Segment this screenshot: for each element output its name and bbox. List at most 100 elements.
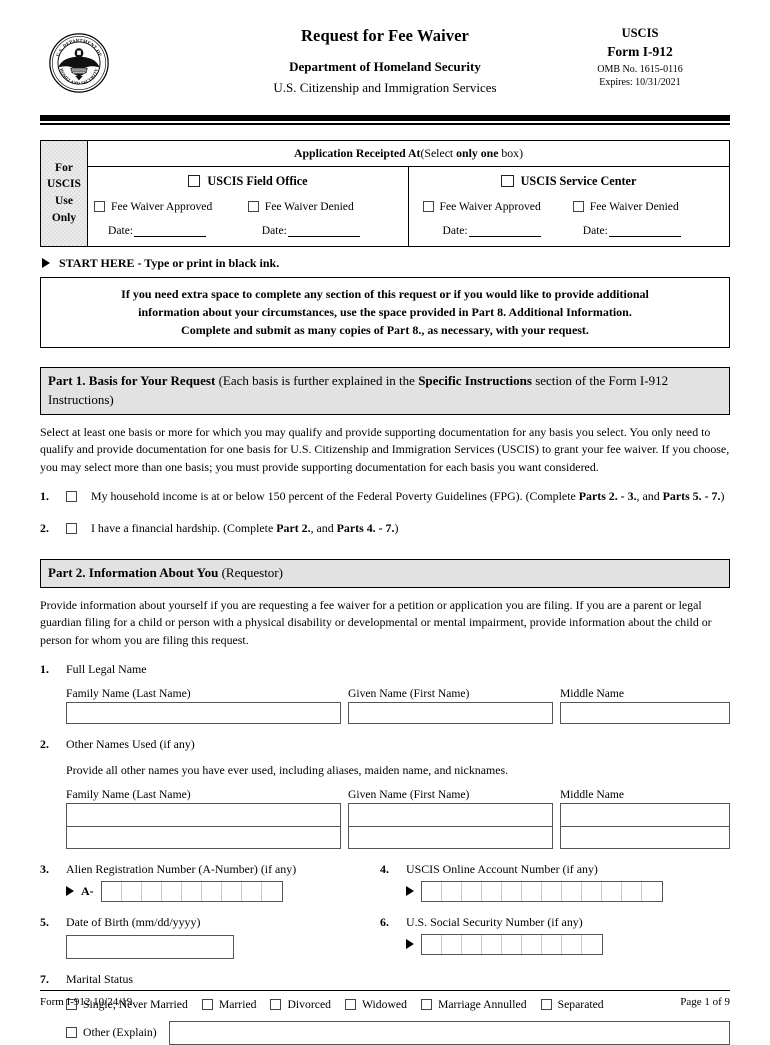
part-2-sub: (Requestor) bbox=[218, 564, 283, 580]
p1i2-b: , and bbox=[310, 520, 337, 535]
form-page: U.S. DEPARTMENT OF HOMELAND SECURITY Req… bbox=[0, 0, 770, 1045]
service-center-row[interactable]: USCIS Service Center bbox=[415, 174, 724, 189]
question-3: 3. Alien Registration Number (A-Number) … bbox=[40, 862, 380, 902]
part-1-item-2-text: I have a financial hardship. (Complete P… bbox=[91, 520, 730, 540]
q2-given-name-inputs bbox=[348, 802, 553, 849]
service-center-denied-checkbox[interactable] bbox=[572, 200, 584, 212]
date-of-birth-input[interactable] bbox=[66, 934, 234, 959]
page-header: U.S. DEPARTMENT OF HOMELAND SECURITY Req… bbox=[40, 0, 730, 108]
q1-given-name-label: Given Name (First Name) bbox=[348, 686, 470, 700]
q2-field-labels: Family Name (Last Name) Given Name (Firs… bbox=[66, 788, 730, 801]
p1i1-c: ) bbox=[720, 488, 725, 503]
part-1-sub-a: (Each basis is further explained in the bbox=[215, 373, 419, 389]
form-number: Form I-912 bbox=[607, 43, 673, 59]
part-1-heading: Part 1. Basis for Your Request (Each bas… bbox=[40, 367, 730, 416]
field-office-denied-date[interactable]: Date: bbox=[248, 224, 402, 237]
start-here-banner: START HERE - Type or print in black ink. bbox=[40, 256, 730, 271]
uscis-use-only-label: For USCIS Use Only bbox=[41, 140, 88, 246]
marital-other-checkbox[interactable] bbox=[66, 1027, 77, 1039]
receipted-at-paren-open: (Select bbox=[420, 145, 457, 160]
service-center-denied-date-line[interactable] bbox=[608, 225, 681, 237]
q2-given-name-input-row-2[interactable] bbox=[349, 825, 552, 848]
field-office-approved-checkbox[interactable] bbox=[94, 200, 105, 212]
part-2-title: Part 2. Information About You bbox=[48, 564, 219, 580]
part-2-intro: Provide information about yourself if yo… bbox=[40, 598, 712, 647]
q1-family-name-label: Family Name (Last Name) bbox=[66, 686, 191, 700]
field-office-approved-option[interactable]: Fee Waiver Approved bbox=[94, 200, 248, 213]
a-number-prefix: A- bbox=[81, 883, 94, 898]
uscis-online-account-input[interactable] bbox=[421, 880, 663, 902]
service-center-denied-date[interactable]: Date: bbox=[569, 224, 723, 237]
part-1-item-1: 1. My household income is at or below 15… bbox=[40, 488, 730, 508]
service-center-approved-date-line[interactable] bbox=[468, 225, 541, 237]
field-office-approved-label: Fee Waiver Approved bbox=[111, 199, 213, 213]
question-2-label: Other Names Used (if any) bbox=[66, 736, 195, 751]
part-1-intro: Select at least one basis or more for wh… bbox=[40, 425, 730, 474]
marital-other-explain-input[interactable] bbox=[168, 1020, 730, 1045]
header-rule-thin bbox=[40, 123, 730, 125]
field-office-denied-option[interactable]: Fee Waiver Denied bbox=[247, 200, 402, 213]
q2-family-name-input-row-1[interactable] bbox=[67, 804, 340, 826]
p1i1-bold-a: Parts 2. - 3. bbox=[578, 488, 637, 503]
q2-middle-name-input-row-1[interactable] bbox=[561, 804, 729, 826]
part-1-item-1-number: 1. bbox=[40, 488, 49, 503]
question-7: 7. Marital Status bbox=[40, 972, 730, 987]
part-1-item-1-checkbox[interactable] bbox=[66, 490, 77, 502]
q1-family-name-input[interactable] bbox=[66, 701, 341, 724]
p1i1-b: , and bbox=[636, 488, 663, 503]
dhs-seal-icon: U.S. DEPARTMENT OF HOMELAND SECURITY bbox=[48, 32, 110, 94]
uscis-use-line-4: Only bbox=[51, 211, 77, 224]
field-office-approved-date-label: Date: bbox=[108, 223, 134, 237]
q2-family-name-input-row-2[interactable] bbox=[67, 825, 340, 848]
q2-middle-name-input-row-2[interactable] bbox=[561, 825, 729, 848]
a-number-input[interactable] bbox=[100, 880, 283, 902]
uscis-field-office-checkbox[interactable] bbox=[187, 174, 201, 188]
p1i2-c: ) bbox=[394, 520, 399, 535]
question-2-note: Provide all other names you have ever us… bbox=[66, 762, 509, 777]
question-4: 4. USCIS Online Account Number (if any) bbox=[380, 862, 730, 902]
question-4-label: USCIS Online Account Number (if any) bbox=[406, 861, 598, 876]
omb-number: OMB No. 1615-0116 bbox=[597, 63, 683, 75]
question-2-number: 2. bbox=[40, 736, 49, 751]
footer-page-number: Page 1 of 9 bbox=[680, 996, 730, 1008]
field-office-approved-date[interactable]: Date: bbox=[94, 224, 248, 237]
uscis-field-office-label: USCIS Field Office bbox=[207, 173, 308, 188]
right-triangle-icon bbox=[66, 886, 74, 897]
notice-line-3: Complete and submit as many copies of Pa… bbox=[181, 322, 589, 337]
service-center-approved-checkbox[interactable] bbox=[422, 200, 434, 212]
service-center-approved-date-label: Date: bbox=[442, 223, 468, 237]
field-office-approved-date-line[interactable] bbox=[134, 225, 207, 237]
part-2-heading: Part 2. Information About You (Requestor… bbox=[40, 558, 730, 589]
q2-given-name-input-row-1[interactable] bbox=[349, 804, 552, 826]
service-center-approved-option[interactable]: Fee Waiver Approved bbox=[415, 200, 573, 213]
question-1-number: 1. bbox=[40, 661, 49, 676]
part-1-item-2-checkbox[interactable] bbox=[66, 522, 77, 534]
p1i1-bold-b: Parts 5. - 7. bbox=[662, 488, 721, 503]
uscis-label: USCIS bbox=[621, 26, 659, 40]
receipted-at-only-one: only one bbox=[456, 145, 499, 160]
service-center-denied-label: Fee Waiver Denied bbox=[589, 199, 679, 213]
q2-field-inputs bbox=[66, 802, 730, 849]
notice-line-2: information about your circumstances, us… bbox=[138, 304, 632, 319]
field-office-denied-date-line[interactable] bbox=[287, 225, 360, 237]
service-center-approved-label: Fee Waiver Approved bbox=[439, 199, 541, 213]
q2-given-name-label: Given Name (First Name) bbox=[348, 787, 470, 801]
uscis-service-center-checkbox[interactable] bbox=[501, 174, 514, 188]
omb-expiration: Expires: 10/31/2021 bbox=[599, 77, 681, 88]
questions-5-and-6: 5. Date of Birth (mm/dd/yyyy) 6. U.S. So… bbox=[40, 915, 730, 959]
footer-form-id: Form I-912 10/24/19 bbox=[40, 996, 133, 1008]
p1i1-a: My household income is at or below 150 p… bbox=[91, 488, 579, 503]
q1-given-name-input[interactable] bbox=[348, 701, 553, 724]
ssn-input[interactable] bbox=[421, 933, 603, 955]
field-office-row[interactable]: USCIS Field Office bbox=[94, 174, 402, 189]
q1-middle-name-input[interactable] bbox=[560, 701, 730, 724]
questions-3-and-4: 3. Alien Registration Number (A-Number) … bbox=[40, 862, 730, 902]
question-1-label: Full Legal Name bbox=[66, 661, 147, 676]
field-office-column: USCIS Field Office Fee Waiver Approved F… bbox=[88, 166, 409, 246]
uscis-online-account-field bbox=[380, 880, 730, 902]
service-center-denied-option[interactable]: Fee Waiver Denied bbox=[572, 199, 723, 213]
service-center-approved-date[interactable]: Date: bbox=[415, 224, 569, 237]
field-office-denied-checkbox[interactable] bbox=[247, 200, 259, 212]
part-1-item-1-text: My household income is at or below 150 p… bbox=[91, 488, 730, 508]
marital-other-label: Other (Explain) bbox=[83, 1026, 157, 1040]
